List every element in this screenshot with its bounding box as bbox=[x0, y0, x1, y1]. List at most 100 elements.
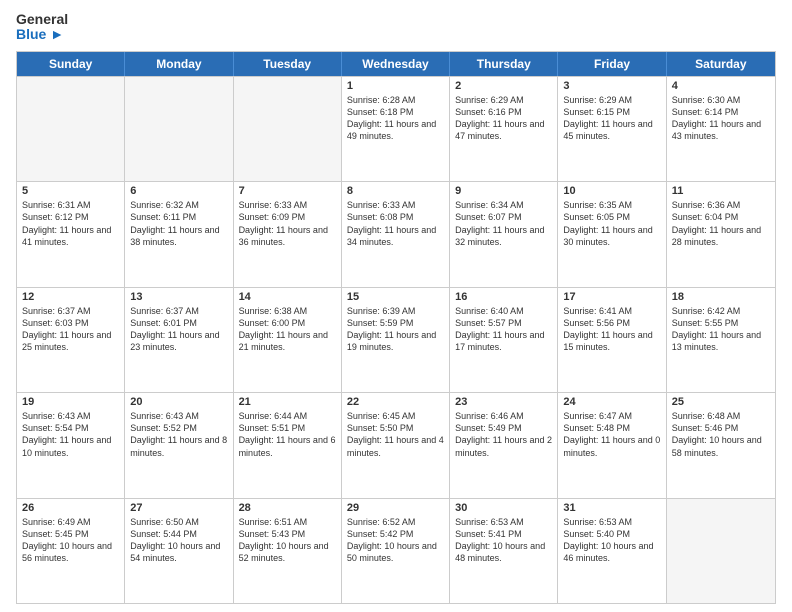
day-number: 8 bbox=[347, 185, 444, 197]
day-number: 23 bbox=[455, 396, 552, 408]
cal-cell: 3 Sunrise: 6:29 AM Sunset: 6:15 PM Daylig… bbox=[558, 77, 666, 181]
header-day-thursday: Thursday bbox=[450, 52, 558, 76]
day-number: 16 bbox=[455, 291, 552, 303]
calendar-row-3: 12 Sunrise: 6:37 AM Sunset: 6:03 PM Dayli… bbox=[17, 287, 775, 392]
cell-info: Sunrise: 6:43 AM Sunset: 5:54 PM Dayligh… bbox=[22, 410, 119, 459]
cell-info: Sunrise: 6:28 AM Sunset: 6:18 PM Dayligh… bbox=[347, 94, 444, 143]
cell-info: Sunrise: 6:31 AM Sunset: 6:12 PM Dayligh… bbox=[22, 199, 119, 248]
cal-cell: 11 Sunrise: 6:36 AM Sunset: 6:04 PM Dayli… bbox=[667, 182, 775, 286]
cal-cell: 22 Sunrise: 6:45 AM Sunset: 5:50 PM Dayli… bbox=[342, 393, 450, 497]
cal-cell: 31 Sunrise: 6:53 AM Sunset: 5:40 PM Dayli… bbox=[558, 499, 666, 603]
header-day-sunday: Sunday bbox=[17, 52, 125, 76]
calendar-row-4: 19 Sunrise: 6:43 AM Sunset: 5:54 PM Dayli… bbox=[17, 392, 775, 497]
cell-info: Sunrise: 6:47 AM Sunset: 5:48 PM Dayligh… bbox=[563, 410, 660, 459]
day-number: 14 bbox=[239, 291, 336, 303]
cell-info: Sunrise: 6:45 AM Sunset: 5:50 PM Dayligh… bbox=[347, 410, 444, 459]
calendar-row-1: 1 Sunrise: 6:28 AM Sunset: 6:18 PM Daylig… bbox=[17, 76, 775, 181]
day-number: 24 bbox=[563, 396, 660, 408]
day-number: 5 bbox=[22, 185, 119, 197]
cal-cell bbox=[17, 77, 125, 181]
calendar-body: 1 Sunrise: 6:28 AM Sunset: 6:18 PM Daylig… bbox=[17, 76, 775, 603]
day-number: 13 bbox=[130, 291, 227, 303]
cal-cell: 26Sunrise: 6:49 AM Sunset: 5:45 PM Dayli… bbox=[17, 499, 125, 603]
cal-cell: 20 Sunrise: 6:43 AM Sunset: 5:52 PM Dayli… bbox=[125, 393, 233, 497]
day-number: 9 bbox=[455, 185, 552, 197]
cell-info: Sunrise: 6:41 AM Sunset: 5:56 PM Dayligh… bbox=[563, 305, 660, 354]
cell-info: Sunrise: 6:40 AM Sunset: 5:57 PM Dayligh… bbox=[455, 305, 552, 354]
logo: General Blue ► bbox=[16, 12, 68, 43]
cal-cell: 29 Sunrise: 6:52 AM Sunset: 5:42 PM Dayli… bbox=[342, 499, 450, 603]
cal-cell: 14 Sunrise: 6:38 AM Sunset: 6:00 PM Dayli… bbox=[234, 288, 342, 392]
cal-cell: 18 Sunrise: 6:42 AM Sunset: 5:55 PM Dayli… bbox=[667, 288, 775, 392]
cal-cell: 16 Sunrise: 6:40 AM Sunset: 5:57 PM Dayli… bbox=[450, 288, 558, 392]
day-number: 4 bbox=[672, 80, 770, 92]
page-container: General Blue ► SundayMondayTuesdayWednes… bbox=[0, 0, 792, 612]
cal-cell bbox=[234, 77, 342, 181]
calendar-row-5: 26Sunrise: 6:49 AM Sunset: 5:45 PM Dayli… bbox=[17, 498, 775, 603]
header-day-wednesday: Wednesday bbox=[342, 52, 450, 76]
day-number: 7 bbox=[239, 185, 336, 197]
day-number: 20 bbox=[130, 396, 227, 408]
day-number: 27 bbox=[130, 502, 227, 514]
cell-info: Sunrise: 6:38 AM Sunset: 6:00 PM Dayligh… bbox=[239, 305, 336, 354]
cell-info: Sunrise: 6:53 AM Sunset: 5:41 PM Dayligh… bbox=[455, 516, 552, 565]
cell-info: Sunrise: 6:29 AM Sunset: 6:16 PM Dayligh… bbox=[455, 94, 552, 143]
logo-text: General Blue ► bbox=[16, 12, 68, 43]
day-number: 18 bbox=[672, 291, 770, 303]
cal-cell: 9 Sunrise: 6:34 AM Sunset: 6:07 PM Daylig… bbox=[450, 182, 558, 286]
cell-info: Sunrise: 6:34 AM Sunset: 6:07 PM Dayligh… bbox=[455, 199, 552, 248]
day-number: 25 bbox=[672, 396, 770, 408]
cell-info: Sunrise: 6:35 AM Sunset: 6:05 PM Dayligh… bbox=[563, 199, 660, 248]
day-number: 10 bbox=[563, 185, 660, 197]
cal-cell: 12 Sunrise: 6:37 AM Sunset: 6:03 PM Dayli… bbox=[17, 288, 125, 392]
page-header: General Blue ► bbox=[16, 12, 776, 43]
cell-info: Sunrise: 6:48 AM Sunset: 5:46 PM Dayligh… bbox=[672, 410, 770, 459]
day-number: 31 bbox=[563, 502, 660, 514]
cal-cell: 1 Sunrise: 6:28 AM Sunset: 6:18 PM Daylig… bbox=[342, 77, 450, 181]
cal-cell: 7Sunrise: 6:33 AM Sunset: 6:09 PM Daylig… bbox=[234, 182, 342, 286]
header-day-monday: Monday bbox=[125, 52, 233, 76]
cal-cell: 28 Sunrise: 6:51 AM Sunset: 5:43 PM Dayli… bbox=[234, 499, 342, 603]
header-day-saturday: Saturday bbox=[667, 52, 775, 76]
day-number: 30 bbox=[455, 502, 552, 514]
cal-cell: 5 Sunrise: 6:31 AM Sunset: 6:12 PM Daylig… bbox=[17, 182, 125, 286]
day-number: 22 bbox=[347, 396, 444, 408]
cal-cell: 23Sunrise: 6:46 AM Sunset: 5:49 PM Dayli… bbox=[450, 393, 558, 497]
cell-info: Sunrise: 6:32 AM Sunset: 6:11 PM Dayligh… bbox=[130, 199, 227, 248]
cal-cell: 17 Sunrise: 6:41 AM Sunset: 5:56 PM Dayli… bbox=[558, 288, 666, 392]
calendar: SundayMondayTuesdayWednesdayThursdayFrid… bbox=[16, 51, 776, 604]
day-number: 17 bbox=[563, 291, 660, 303]
day-number: 21 bbox=[239, 396, 336, 408]
cell-info: Sunrise: 6:49 AM Sunset: 5:45 PM Dayligh… bbox=[22, 516, 119, 565]
cell-info: Sunrise: 6:30 AM Sunset: 6:14 PM Dayligh… bbox=[672, 94, 770, 143]
cal-cell: 30 Sunrise: 6:53 AM Sunset: 5:41 PM Dayli… bbox=[450, 499, 558, 603]
cell-info: Sunrise: 6:44 AM Sunset: 5:51 PM Dayligh… bbox=[239, 410, 336, 459]
cell-info: Sunrise: 6:39 AM Sunset: 5:59 PM Dayligh… bbox=[347, 305, 444, 354]
cal-cell: 6 Sunrise: 6:32 AM Sunset: 6:11 PM Daylig… bbox=[125, 182, 233, 286]
cal-cell: 8 Sunrise: 6:33 AM Sunset: 6:08 PM Daylig… bbox=[342, 182, 450, 286]
day-number: 2 bbox=[455, 80, 552, 92]
day-number: 1 bbox=[347, 80, 444, 92]
cell-info: Sunrise: 6:36 AM Sunset: 6:04 PM Dayligh… bbox=[672, 199, 770, 248]
cell-info: Sunrise: 6:37 AM Sunset: 6:03 PM Dayligh… bbox=[22, 305, 119, 354]
day-number: 28 bbox=[239, 502, 336, 514]
day-number: 3 bbox=[563, 80, 660, 92]
cell-info: Sunrise: 6:51 AM Sunset: 5:43 PM Dayligh… bbox=[239, 516, 336, 565]
cal-cell: 4 Sunrise: 6:30 AM Sunset: 6:14 PM Daylig… bbox=[667, 77, 775, 181]
cell-info: Sunrise: 6:33 AM Sunset: 6:08 PM Dayligh… bbox=[347, 199, 444, 248]
cal-cell: 25 Sunrise: 6:48 AM Sunset: 5:46 PM Dayli… bbox=[667, 393, 775, 497]
day-number: 19 bbox=[22, 396, 119, 408]
cell-info: Sunrise: 6:52 AM Sunset: 5:42 PM Dayligh… bbox=[347, 516, 444, 565]
day-number: 11 bbox=[672, 185, 770, 197]
cal-cell: 10 Sunrise: 6:35 AM Sunset: 6:05 PM Dayli… bbox=[558, 182, 666, 286]
day-number: 6 bbox=[130, 185, 227, 197]
day-number: 12 bbox=[22, 291, 119, 303]
cell-info: Sunrise: 6:42 AM Sunset: 5:55 PM Dayligh… bbox=[672, 305, 770, 354]
day-number: 29 bbox=[347, 502, 444, 514]
cal-cell: 27Sunrise: 6:50 AM Sunset: 5:44 PM Dayli… bbox=[125, 499, 233, 603]
cell-info: Sunrise: 6:43 AM Sunset: 5:52 PM Dayligh… bbox=[130, 410, 227, 459]
cell-info: Sunrise: 6:53 AM Sunset: 5:40 PM Dayligh… bbox=[563, 516, 660, 565]
calendar-row-2: 5 Sunrise: 6:31 AM Sunset: 6:12 PM Daylig… bbox=[17, 181, 775, 286]
cell-info: Sunrise: 6:29 AM Sunset: 6:15 PM Dayligh… bbox=[563, 94, 660, 143]
header-day-friday: Friday bbox=[558, 52, 666, 76]
